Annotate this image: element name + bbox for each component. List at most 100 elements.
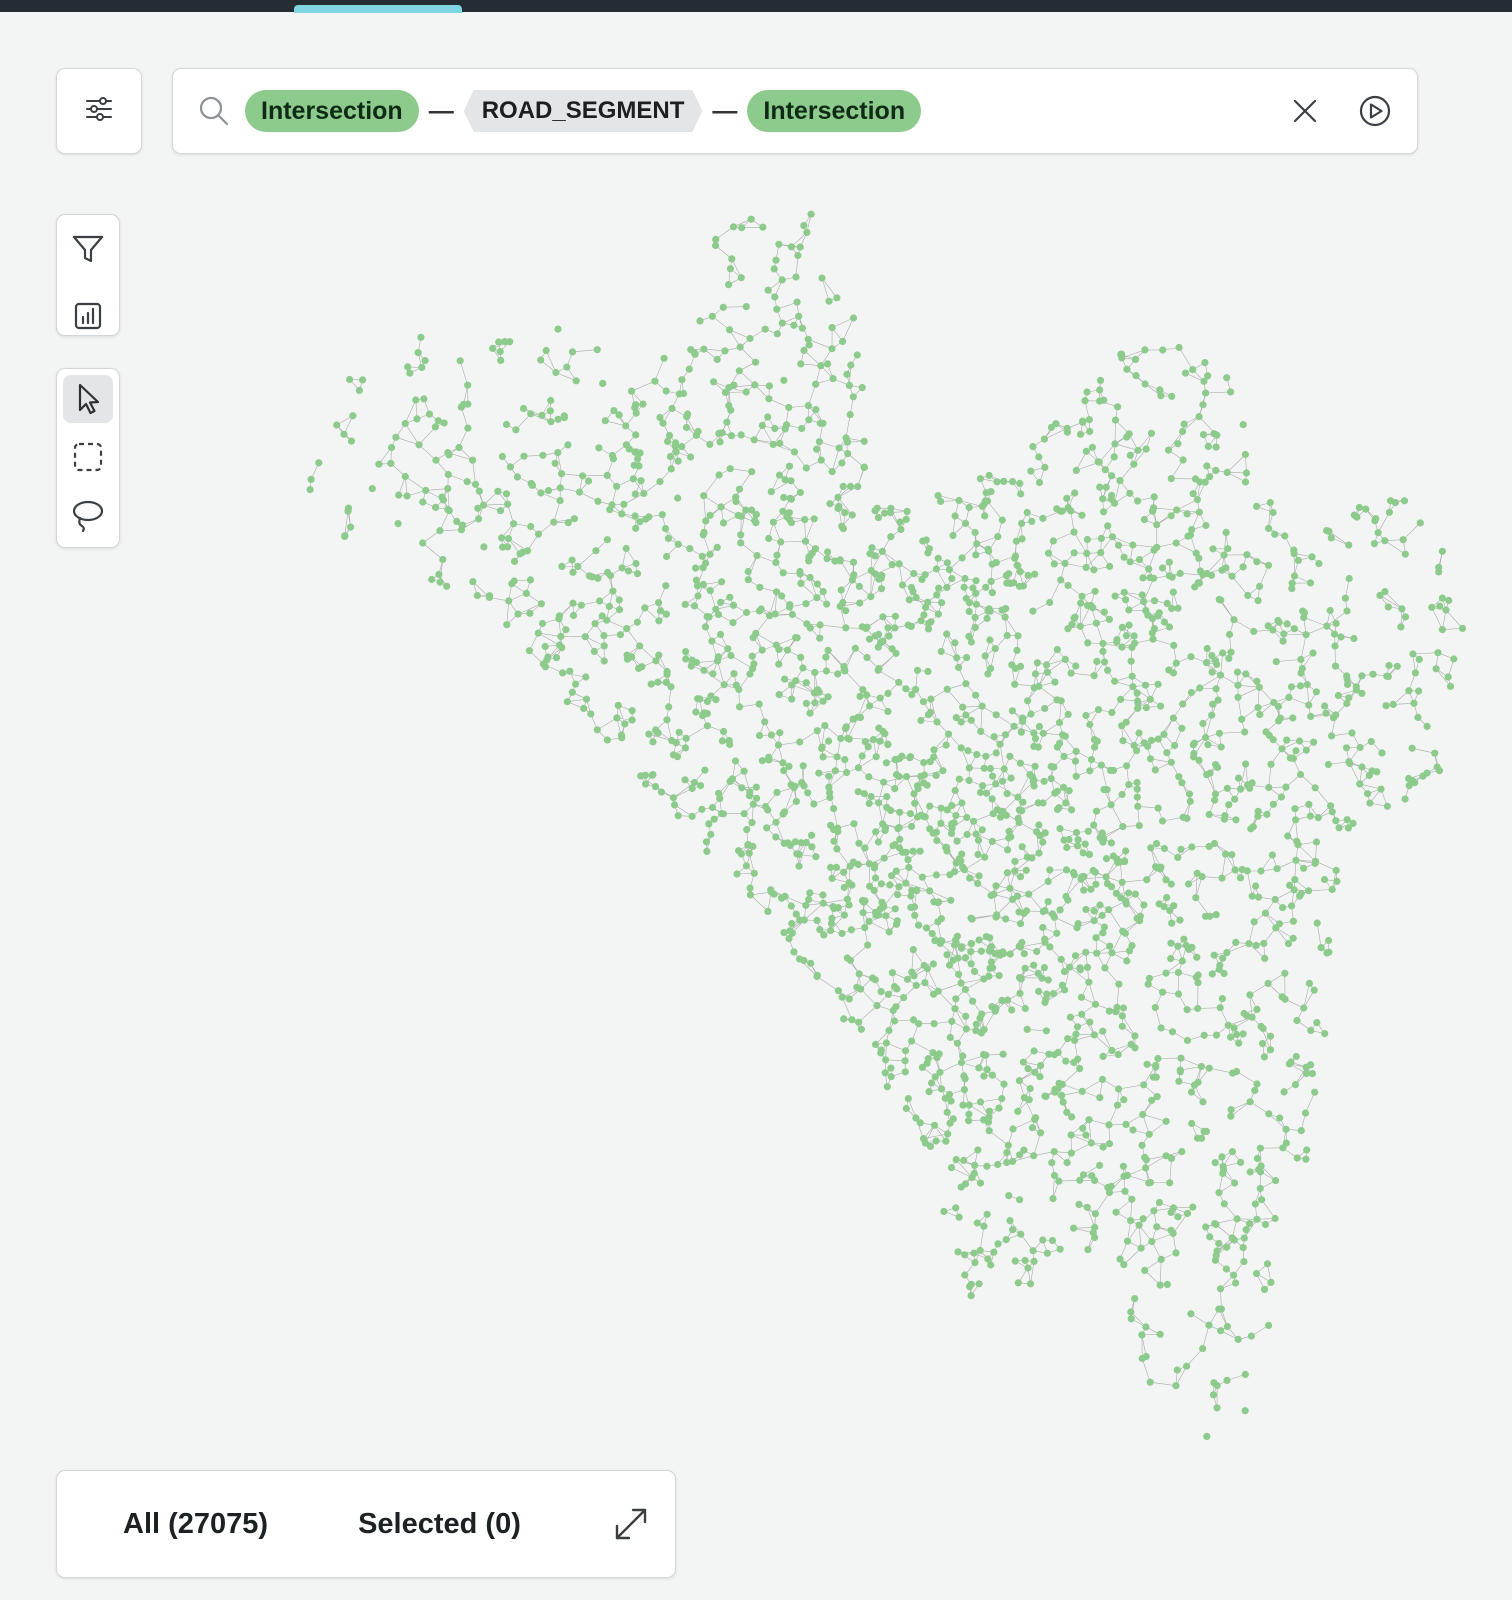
intersection-node[interactable]: [1177, 1054, 1185, 1062]
intersection-node[interactable]: [1208, 711, 1216, 719]
intersection-node[interactable]: [1260, 1053, 1268, 1061]
intersection-node[interactable]: [1243, 867, 1251, 875]
intersection-node[interactable]: [1152, 863, 1160, 871]
intersection-node[interactable]: [967, 716, 975, 724]
intersection-node[interactable]: [943, 583, 951, 591]
intersection-node[interactable]: [879, 613, 887, 621]
intersection-node[interactable]: [710, 815, 718, 823]
intersection-node[interactable]: [775, 240, 783, 248]
intersection-node[interactable]: [804, 335, 812, 343]
intersection-node[interactable]: [347, 523, 355, 531]
intersection-node[interactable]: [934, 492, 942, 500]
intersection-node[interactable]: [1153, 1093, 1161, 1101]
intersection-node[interactable]: [1220, 815, 1228, 823]
intersection-node[interactable]: [1272, 658, 1280, 666]
intersection-node[interactable]: [716, 794, 724, 803]
intersection-node[interactable]: [572, 377, 580, 385]
intersection-node[interactable]: [701, 623, 710, 631]
intersection-node[interactable]: [1009, 895, 1017, 904]
intersection-node[interactable]: [1239, 1244, 1247, 1252]
intersection-node[interactable]: [1035, 821, 1043, 829]
intersection-node[interactable]: [830, 805, 838, 813]
intersection-node[interactable]: [1127, 1315, 1135, 1323]
intersection-node[interactable]: [341, 532, 349, 540]
intersection-node[interactable]: [1328, 732, 1336, 740]
intersection-node[interactable]: [1148, 1237, 1156, 1246]
intersection-node[interactable]: [909, 847, 917, 855]
intersection-node[interactable]: [1216, 1004, 1224, 1012]
intersection-node[interactable]: [1165, 623, 1174, 631]
intersection-node[interactable]: [730, 670, 738, 678]
intersection-node[interactable]: [737, 274, 745, 282]
intersection-node[interactable]: [735, 485, 744, 493]
intersection-node[interactable]: [1193, 496, 1201, 504]
intersection-node[interactable]: [1096, 483, 1104, 491]
intersection-node[interactable]: [1307, 1026, 1315, 1034]
intersection-node[interactable]: [846, 862, 854, 870]
intersection-node[interactable]: [1172, 659, 1180, 667]
intersection-node[interactable]: [980, 1026, 988, 1034]
intersection-node[interactable]: [1203, 644, 1211, 653]
intersection-node[interactable]: [514, 610, 522, 618]
intersection-node[interactable]: [622, 441, 631, 449]
intersection-node[interactable]: [387, 443, 396, 452]
intersection-node[interactable]: [1231, 795, 1239, 803]
intersection-node[interactable]: [796, 488, 805, 497]
intersection-node[interactable]: [1428, 603, 1436, 611]
intersection-node[interactable]: [1041, 704, 1049, 713]
intersection-node[interactable]: [932, 1137, 940, 1145]
intersection-node[interactable]: [534, 530, 543, 538]
intersection-node[interactable]: [736, 703, 744, 711]
intersection-node[interactable]: [1309, 649, 1317, 657]
intersection-node[interactable]: [1333, 877, 1341, 885]
intersection-node[interactable]: [1281, 995, 1289, 1003]
intersection-node[interactable]: [840, 911, 849, 919]
intersection-node[interactable]: [1153, 521, 1161, 529]
intersection-node[interactable]: [1178, 779, 1186, 787]
intersection-node[interactable]: [599, 379, 607, 387]
intersection-node[interactable]: [920, 759, 928, 767]
intersection-node[interactable]: [1199, 1098, 1207, 1106]
intersection-node[interactable]: [779, 569, 787, 577]
intersection-node[interactable]: [1186, 531, 1195, 539]
intersection-node[interactable]: [1202, 521, 1210, 530]
intersection-node[interactable]: [1199, 1345, 1207, 1353]
intersection-node[interactable]: [1127, 1040, 1135, 1048]
intersection-node[interactable]: [1345, 758, 1353, 766]
intersection-node[interactable]: [647, 680, 655, 688]
intersection-node[interactable]: [1135, 729, 1143, 737]
intersection-node[interactable]: [1050, 1148, 1058, 1156]
intersection-node[interactable]: [544, 487, 553, 495]
intersection-node[interactable]: [828, 324, 836, 332]
intersection-node[interactable]: [952, 1156, 960, 1164]
intersection-node[interactable]: [717, 598, 725, 606]
intersection-node[interactable]: [591, 620, 599, 628]
intersection-node[interactable]: [1178, 957, 1186, 965]
intersection-node[interactable]: [787, 243, 796, 251]
intersection-node[interactable]: [838, 993, 846, 1001]
intersection-node[interactable]: [669, 751, 678, 759]
intersection-node[interactable]: [1149, 635, 1157, 643]
intersection-node[interactable]: [580, 704, 588, 713]
intersection-node[interactable]: [662, 678, 670, 687]
intersection-node[interactable]: [918, 873, 927, 881]
intersection-node[interactable]: [1438, 547, 1446, 555]
intersection-node[interactable]: [1007, 774, 1015, 782]
intersection-node[interactable]: [1330, 630, 1339, 638]
intersection-node[interactable]: [725, 281, 733, 289]
intersection-node[interactable]: [985, 547, 993, 555]
intersection-node[interactable]: [1070, 1224, 1078, 1232]
intersection-node[interactable]: [1201, 359, 1209, 367]
intersection-node[interactable]: [792, 910, 800, 918]
intersection-node[interactable]: [830, 837, 838, 845]
intersection-node[interactable]: [1133, 778, 1141, 787]
intersection-node[interactable]: [1142, 445, 1150, 453]
intersection-node[interactable]: [1051, 789, 1059, 797]
intersection-node[interactable]: [821, 722, 829, 730]
intersection-node[interactable]: [810, 800, 818, 808]
intersection-node[interactable]: [845, 381, 854, 389]
intersection-node[interactable]: [618, 564, 626, 572]
intersection-node[interactable]: [963, 654, 971, 662]
intersection-node[interactable]: [802, 901, 810, 909]
intersection-node[interactable]: [805, 416, 813, 424]
